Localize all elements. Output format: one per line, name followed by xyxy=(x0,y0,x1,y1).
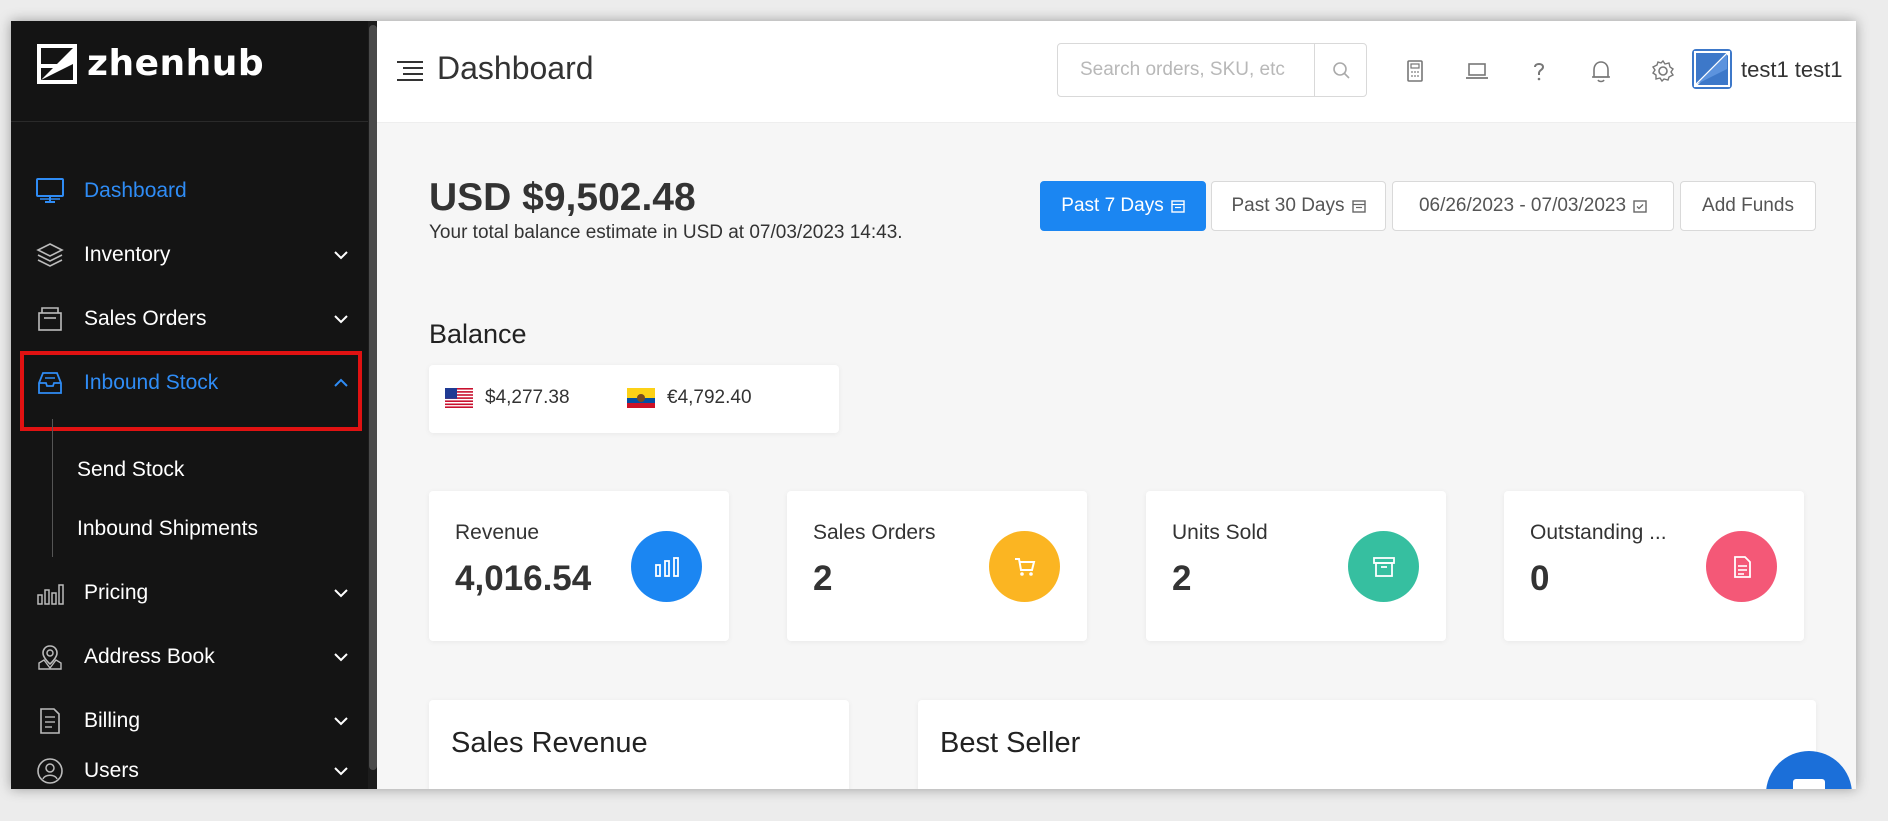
sidebar-item-inbound-stock[interactable]: Inbound Stock xyxy=(11,355,361,411)
panel-title: Sales Revenue xyxy=(451,727,648,759)
sidebar-item-address-book[interactable]: Address Book xyxy=(11,629,361,685)
us-flag-icon xyxy=(445,388,473,408)
sidebar-item-label: Inventory xyxy=(84,243,171,266)
button-label: Past 7 Days xyxy=(1061,195,1164,216)
stat-value: 4,016.54 xyxy=(455,559,592,598)
balance-section-title: Balance xyxy=(429,319,527,349)
stat-value: 0 xyxy=(1530,559,1550,598)
chevron-up-icon xyxy=(334,378,348,387)
stat-value: 2 xyxy=(813,559,833,598)
archive-icon xyxy=(1348,531,1419,602)
sidebar-item-sales-orders[interactable]: Sales Orders xyxy=(11,291,361,347)
button-label: 06/26/2023 - 07/03/2023 xyxy=(1418,195,1627,216)
chevron-down-icon xyxy=(334,251,348,260)
currency-eur: €4,792.40 xyxy=(627,387,752,409)
stat-label: Sales Orders xyxy=(813,521,936,544)
brand-name: zhenhub xyxy=(87,43,265,84)
search-input[interactable] xyxy=(1058,44,1314,96)
stat-value: 2 xyxy=(1172,559,1192,598)
sidebar-item-pricing[interactable]: Pricing xyxy=(11,565,361,621)
sidebar-item-dashboard[interactable]: Dashboard xyxy=(11,163,361,219)
sidebar-item-label: Address Book xyxy=(84,645,215,668)
document-icon xyxy=(35,706,65,736)
add-funds-button[interactable]: Add Funds xyxy=(1680,181,1816,231)
inbox-icon xyxy=(35,368,65,398)
past-30-days-button[interactable]: Past 30 Days xyxy=(1211,181,1386,231)
file-icon xyxy=(1706,531,1777,602)
button-label: Past 30 Days xyxy=(1231,195,1345,216)
chevron-down-icon xyxy=(334,315,348,324)
past-7-days-button[interactable]: Past 7 Days xyxy=(1040,181,1206,231)
chat-icon xyxy=(1793,779,1825,789)
stat-label: Revenue xyxy=(455,521,540,544)
sidebar-item-billing[interactable]: Billing xyxy=(11,693,361,749)
bar-chart-icon xyxy=(35,578,65,608)
brand-logo[interactable]: zhenhub xyxy=(37,43,264,84)
currency-value: $4,277.38 xyxy=(485,387,570,408)
currency-value: €4,792.40 xyxy=(667,387,752,408)
chevron-down-icon xyxy=(334,653,348,662)
user-name[interactable]: test1 test1 xyxy=(1741,57,1843,83)
date-range-button[interactable]: 06/26/2023 - 07/03/2023 xyxy=(1392,181,1674,231)
top-bar: Dashboard Search orders, SKU, etc test1 … xyxy=(377,21,1856,123)
cart-icon xyxy=(989,531,1060,602)
submenu-item-send-stock[interactable]: Send Stock xyxy=(77,458,184,482)
page-title: Dashboard xyxy=(437,50,594,86)
sidebar-item-users[interactable]: Users xyxy=(11,743,361,789)
stat-label: Units Sold xyxy=(1172,521,1268,544)
search-box xyxy=(1057,43,1367,97)
chevron-down-icon xyxy=(334,717,348,726)
currency-balance-card: $4,277.38 €4,792.40 xyxy=(429,365,839,433)
chevron-down-icon xyxy=(334,767,348,776)
divider xyxy=(11,121,377,122)
search-button[interactable] xyxy=(1314,44,1366,96)
users-icon xyxy=(35,756,65,786)
logo-icon xyxy=(37,43,77,84)
bell-icon[interactable] xyxy=(1587,57,1615,85)
stat-card-sales-orders: Sales Orders 2 xyxy=(787,491,1087,641)
layers-icon xyxy=(35,240,65,270)
submenu-line xyxy=(52,419,53,557)
submenu-item-inbound-shipments[interactable]: Inbound Shipments xyxy=(77,517,258,541)
currency-usd: $4,277.38 xyxy=(445,387,570,409)
sidebar-item-label: Sales Orders xyxy=(84,307,207,330)
avatar[interactable] xyxy=(1692,49,1732,89)
map-pin-icon xyxy=(35,642,65,672)
stat-card-units-sold: Units Sold 2 xyxy=(1146,491,1446,641)
sidebar-item-label: Dashboard xyxy=(84,179,187,202)
sidebar-item-label: Users xyxy=(84,759,139,782)
sidebar-item-label: Inbound Stock xyxy=(84,371,219,394)
laptop-icon[interactable] xyxy=(1463,57,1491,85)
calendar-icon xyxy=(1171,200,1185,213)
sidebar: zhenhub Dashboard Inventory Sales Orders xyxy=(11,21,377,789)
best-seller-panel: Best Seller xyxy=(918,700,1816,789)
calculator-icon[interactable] xyxy=(1401,57,1429,85)
search-icon xyxy=(1332,62,1350,79)
menu-toggle-icon[interactable] xyxy=(395,59,425,83)
stat-card-outstanding: Outstanding ... 0 xyxy=(1504,491,1804,641)
sidebar-item-label: Billing xyxy=(84,709,141,732)
orders-icon xyxy=(35,304,65,334)
app-window: zhenhub Dashboard Inventory Sales Orders xyxy=(11,21,1856,789)
bar-chart-icon xyxy=(631,531,702,602)
monitor-icon xyxy=(35,176,65,206)
sidebar-item-inventory[interactable]: Inventory xyxy=(11,227,361,283)
settings-icon[interactable] xyxy=(1649,57,1677,85)
chevron-down-icon xyxy=(334,589,348,598)
total-balance: USD $9,502.48 xyxy=(429,176,696,219)
eu-flag-icon xyxy=(627,388,655,408)
calendar-check-icon xyxy=(1633,200,1647,213)
sidebar-scrollbar[interactable] xyxy=(369,25,377,770)
calendar-icon xyxy=(1351,200,1366,213)
main-content: Dashboard Search orders, SKU, etc test1 … xyxy=(377,21,1856,789)
stat-label: Outstanding ... xyxy=(1530,521,1667,544)
stat-card-revenue: Revenue 4,016.54 xyxy=(429,491,729,641)
sidebar-item-label: Pricing xyxy=(84,581,149,604)
balance-description: Your total balance estimate in USD at 07… xyxy=(429,222,903,243)
button-label: Add Funds xyxy=(1702,195,1794,216)
help-icon[interactable] xyxy=(1525,57,1553,85)
panel-title: Best Seller xyxy=(940,727,1081,759)
sales-revenue-panel: Sales Revenue xyxy=(429,700,849,789)
